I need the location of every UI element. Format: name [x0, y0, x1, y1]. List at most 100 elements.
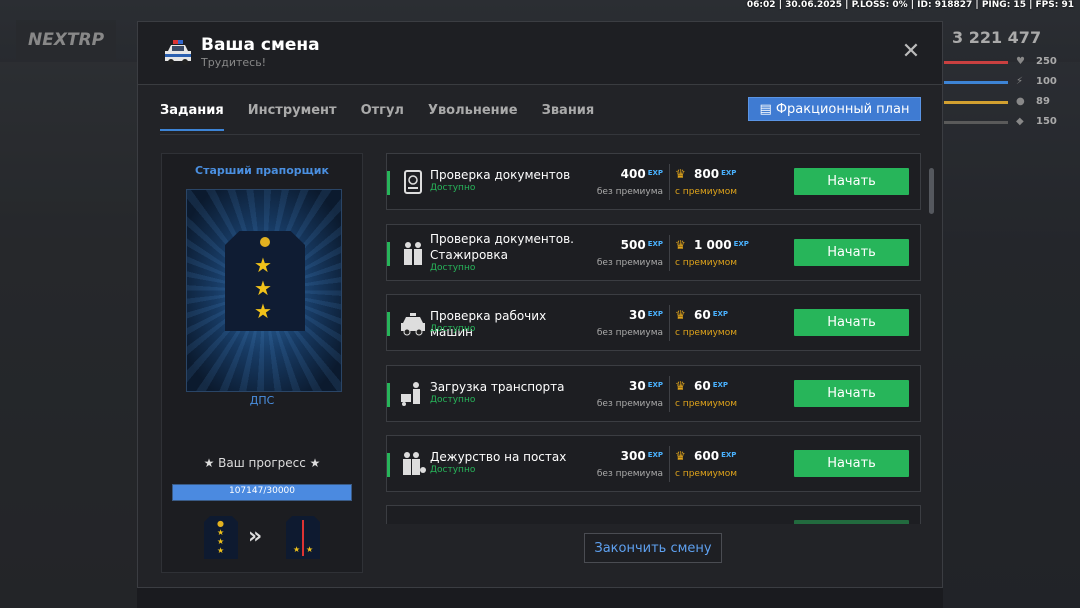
task-exp: 30 EXP: [628, 378, 663, 393]
rank-title: Старший прапорщик: [195, 164, 329, 177]
task-status: Доступно: [430, 183, 476, 193]
tab-leave[interactable]: Отгул: [361, 103, 404, 131]
start-task-button[interactable]: Начать: [794, 168, 909, 195]
health-icon: ♥: [1016, 56, 1025, 67]
loading-icon: [399, 380, 427, 408]
premium-label: с премиумом: [675, 328, 737, 338]
task-status: Доступно: [430, 465, 476, 475]
task-list-scrollbar[interactable]: [929, 168, 934, 214]
crown-icon: ♛: [675, 378, 686, 393]
energy-bar: [944, 81, 1008, 84]
current-rank-icon: ● ★ ★ ★: [204, 516, 238, 559]
modal-subtitle: Трудитесь!: [201, 56, 267, 69]
energy-value: 100: [1036, 76, 1057, 87]
crown-icon: ♛: [675, 308, 686, 322]
task-accent: [387, 312, 390, 336]
tab-bar: Задания Инструмент Отгул Увольнение Зван…: [160, 103, 618, 131]
task-row: Проверка рабочих машин Доступно 30 EXP без п…: [386, 294, 921, 351]
task-name: Дежурство на постах: [430, 450, 567, 464]
task-row: Проверка документов. Стажировка Доступно 5…: [386, 223, 921, 281]
task-name: Проверка документов: [430, 168, 571, 182]
tab-dismissal[interactable]: Увольнение: [428, 103, 518, 131]
shift-modal: Ваша смена Трудитесь! ✕ Задания Инструме…: [137, 21, 943, 588]
food-bar: [944, 101, 1008, 104]
crown-icon: ♛: [675, 237, 686, 252]
faction-plan-label: Фракционный план: [775, 101, 910, 117]
armor-value: 150: [1036, 116, 1057, 127]
rank-insignia-image: ★ ★ ★: [186, 189, 342, 392]
task-accent: [387, 453, 390, 477]
tab-ranks[interactable]: Звания: [542, 103, 595, 131]
no-premium-label: без премиума: [596, 398, 663, 409]
no-premium-label: без премиума: [596, 469, 663, 479]
progress-text: 107147/30000: [228, 486, 296, 496]
task-name: Загрузка транспорта: [430, 379, 565, 394]
tab-tool[interactable]: Инструмент: [248, 103, 337, 131]
start-task-button[interactable]: Начать: [794, 238, 909, 266]
start-task-button[interactable]: Начать: [794, 520, 909, 524]
rank-card: Старший прапорщик ★ ★ ★ ДПС ★ Ваш прогре…: [161, 153, 363, 573]
next-rank-arrow-icon: »: [248, 524, 263, 549]
task-exp-premium: 1 000 EXP: [694, 237, 749, 252]
task-exp: 500 EXP: [620, 237, 663, 252]
progress-label: ★ Ваш прогресс ★: [203, 456, 321, 470]
premium-label: с премиумом: [675, 257, 737, 268]
start-task-button[interactable]: Начать: [794, 450, 909, 477]
premium-label: с премиумом: [675, 469, 737, 479]
armor-icon: ◆: [1016, 116, 1024, 127]
next-rank-icon: ★ ★: [286, 516, 320, 559]
task-exp-premium: 60 EXP: [694, 378, 729, 393]
task-row: Загрузка транспорта Доступно 30 EXP без прем…: [386, 364, 921, 422]
no-premium-label: без премиума: [596, 187, 663, 197]
task-exp: 400 EXP: [620, 167, 663, 181]
money-counter: 3 221 477: [952, 28, 1042, 47]
police-car-icon: [165, 40, 191, 65]
status-bar: 06:02 | 30.06.2025 | P.LOSS: 0% | ID: 91…: [746, 0, 1074, 10]
health-bar: [944, 61, 1008, 64]
crown-icon: ♛: [675, 449, 686, 463]
tab-tasks[interactable]: Задания: [160, 103, 224, 131]
start-task-button[interactable]: Начать: [794, 379, 909, 407]
task-status: Доступно: [430, 262, 476, 273]
task-accent: [387, 171, 390, 195]
progress-bar: 107147/30000: [172, 484, 352, 501]
task-row: Дежурство на постах Доступно 300 EXP без пре…: [386, 435, 921, 492]
modal-title: Ваша смена: [201, 35, 320, 55]
task-accent: [387, 382, 390, 407]
task-exp-premium: 800 EXP: [694, 167, 737, 181]
health-value: 250: [1036, 56, 1057, 67]
no-premium-label: без премиума: [596, 328, 663, 338]
guard-post-icon: [399, 450, 427, 478]
task-status: Доступно: [430, 394, 476, 405]
tab-divider: [160, 134, 920, 135]
task-exp: 300 EXP: [620, 449, 663, 463]
food-value: 89: [1036, 96, 1050, 107]
task-list: Проверка документов Доступно 400 EXP без пре…: [386, 153, 922, 524]
officers-icon: [399, 239, 427, 267]
start-task-button[interactable]: Начать: [794, 309, 909, 336]
task-row: Проверка документов Доступно 400 EXP без пре…: [386, 153, 921, 210]
server-logo: NEXTRP: [16, 20, 116, 60]
police-car-icon: [399, 309, 427, 337]
no-premium-label: без премиума: [596, 257, 663, 268]
close-icon[interactable]: ✕: [900, 41, 922, 63]
energy-icon: ⚡: [1016, 76, 1024, 87]
task-status: Доступно: [430, 324, 476, 334]
modal-header: Ваша смена Трудитесь! ✕: [138, 22, 942, 85]
food-icon: ●: [1016, 96, 1025, 107]
shoulder-board-icon: ★ ★ ★: [225, 231, 305, 331]
task-exp-premium: 600 EXP: [694, 449, 737, 463]
rank-department: ДПС: [249, 394, 275, 407]
task-exp: 30 EXP: [628, 308, 663, 322]
finish-shift-button[interactable]: Закончить смену: [584, 533, 722, 563]
crown-icon: ♛: [675, 167, 686, 181]
passport-icon: [399, 168, 427, 196]
task-exp-premium: 60 EXP: [694, 308, 729, 322]
premium-label: с премиумом: [675, 187, 737, 197]
task-row-partial: Начать: [386, 505, 921, 524]
premium-label: с премиумом: [675, 398, 737, 409]
document-icon: ▤: [759, 101, 772, 117]
faction-plan-button[interactable]: ▤ Фракционный план: [748, 97, 921, 121]
armor-bar: [944, 121, 1008, 124]
task-name: Проверка документов. Стажировка: [430, 231, 574, 262]
